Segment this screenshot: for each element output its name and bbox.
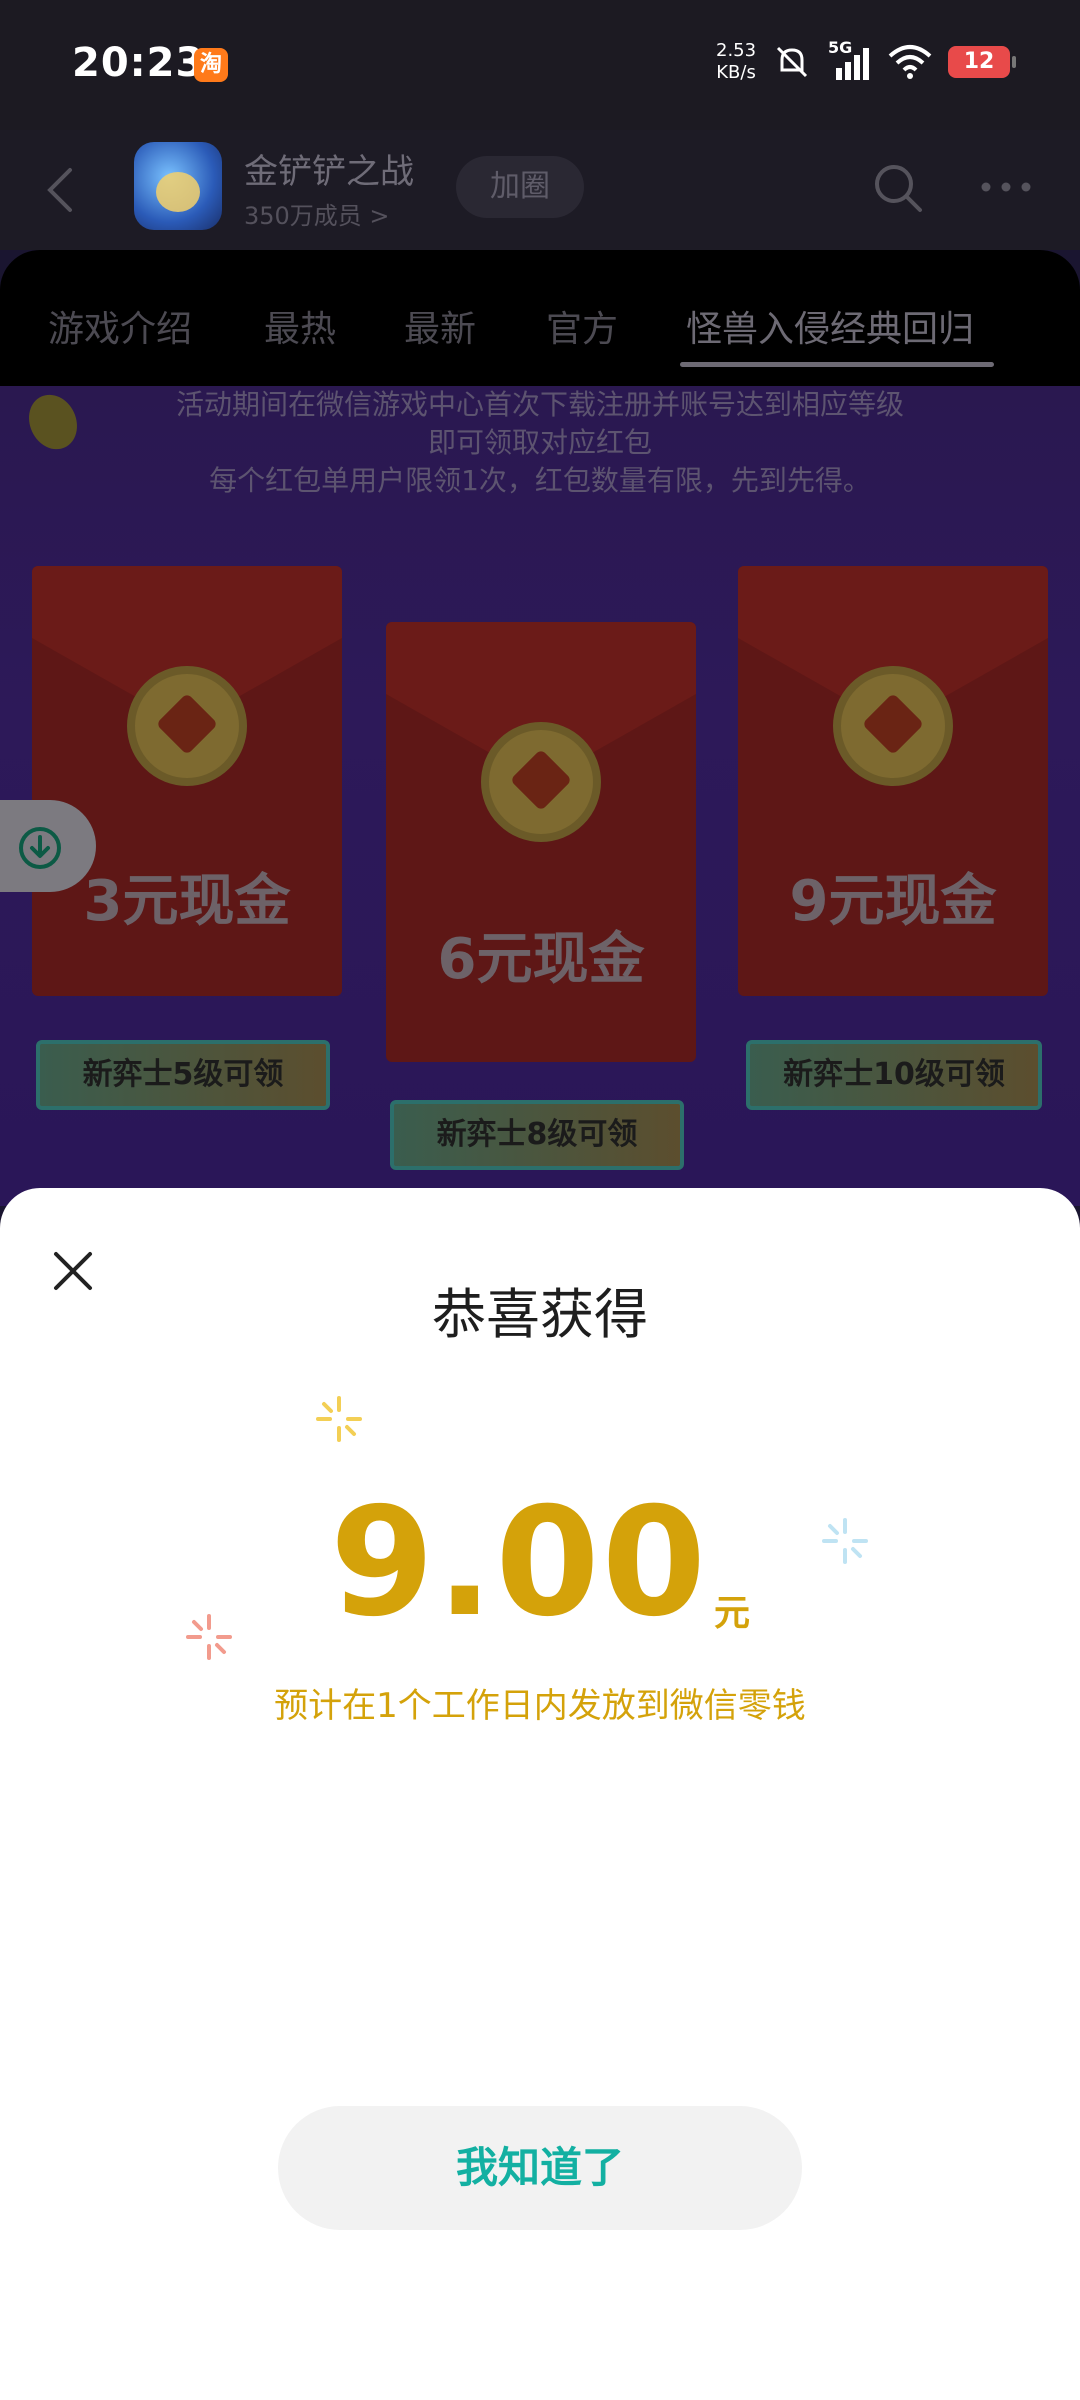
red-envelope-6[interactable]: 6元现金 (386, 622, 696, 1062)
search-icon[interactable] (870, 160, 926, 216)
status-bar: 20:23 淘 2.53 KB/s 5G 12 (0, 0, 1080, 130)
envelope-amount: 9元现金 (789, 869, 997, 934)
tab-hot[interactable]: 最热 (264, 300, 336, 352)
game-name: 金铲铲之战 (244, 152, 414, 192)
sparkle-icon (316, 1396, 362, 1442)
sheet-title: 恭喜获得 (432, 1283, 648, 1346)
promo-line-1: 活动期间在微信游戏中心首次下载注册并账号达到相应等级 (175, 388, 904, 421)
tab-bar: 游戏介绍 最热 最新 官方 怪兽入侵经典回归 (0, 250, 1080, 386)
tab-intro[interactable]: 游戏介绍 (48, 300, 192, 352)
download-float-button[interactable] (0, 800, 96, 892)
game-avatar[interactable] (134, 142, 222, 230)
tab-active-indicator (680, 362, 994, 367)
got-it-button[interactable]: 我知道了 (278, 2106, 802, 2230)
level-badge: 新弈士8级可领 (390, 1100, 684, 1170)
download-icon (19, 827, 61, 869)
tab-official[interactable]: 官方 (546, 300, 618, 352)
amount-unit: 元 (714, 1593, 751, 1634)
status-time: 20:23 (72, 40, 205, 86)
envelope-amount: 6元现金 (437, 927, 645, 992)
member-count[interactable]: 350万成员 > (244, 196, 390, 231)
screen: 20:23 淘 2.53 KB/s 5G 12 金铲铲之战 350万成员 > 加… (0, 0, 1080, 2400)
red-envelope-3[interactable]: 3元现金 (32, 566, 342, 996)
promo-banner: 活动期间在微信游戏中心首次下载注册并账号达到相应等级 即可领取对应红包 每个红包… (0, 386, 1080, 1206)
group-header: 金铲铲之战 350万成员 > 加圈 (0, 130, 1080, 250)
promo-line-2: 即可领取对应红包 (427, 426, 652, 459)
red-envelope-9[interactable]: 9元现金 (738, 566, 1048, 996)
reward-sheet: 恭喜获得 9.00 元 预计在1个工作日内发放到微信零钱 我知道了 (0, 1188, 1080, 2400)
net-speed-value: 2.53 (716, 40, 757, 61)
payout-note: 预计在1个工作日内发放到微信零钱 (274, 1686, 806, 1726)
net-speed: 2.53 KB/s (716, 40, 756, 84)
wifi-icon (888, 45, 932, 79)
amount-value: 9.00 (329, 1476, 709, 1650)
join-group-button[interactable]: 加圈 (456, 156, 584, 218)
status-icons: 5G 12 (772, 38, 1016, 82)
signal-icon: 5G (828, 38, 872, 82)
mute-icon (776, 46, 808, 78)
battery-icon: 12 (948, 46, 1016, 78)
promo-line-3: 每个红包单用户限领1次，红包数量有限，先到先得。 (209, 464, 871, 497)
reward-amount: 9.00 元 (0, 1476, 1080, 1650)
level-badge: 新弈士5级可领 (36, 1040, 330, 1110)
envelope-seal-icon (127, 666, 247, 786)
envelope-seal-icon (481, 722, 601, 842)
level-badge: 新弈士10级可领 (746, 1040, 1042, 1110)
tab-latest[interactable]: 最新 (404, 300, 476, 352)
envelope-seal-icon (833, 666, 953, 786)
net-speed-unit: KB/s (716, 62, 756, 83)
back-arrow-icon[interactable] (40, 160, 80, 220)
tab-monster-invasion[interactable]: 怪兽入侵经典回归 (686, 300, 974, 352)
more-icon[interactable] (978, 172, 1034, 202)
taobao-notification-icon: 淘 (194, 48, 228, 82)
